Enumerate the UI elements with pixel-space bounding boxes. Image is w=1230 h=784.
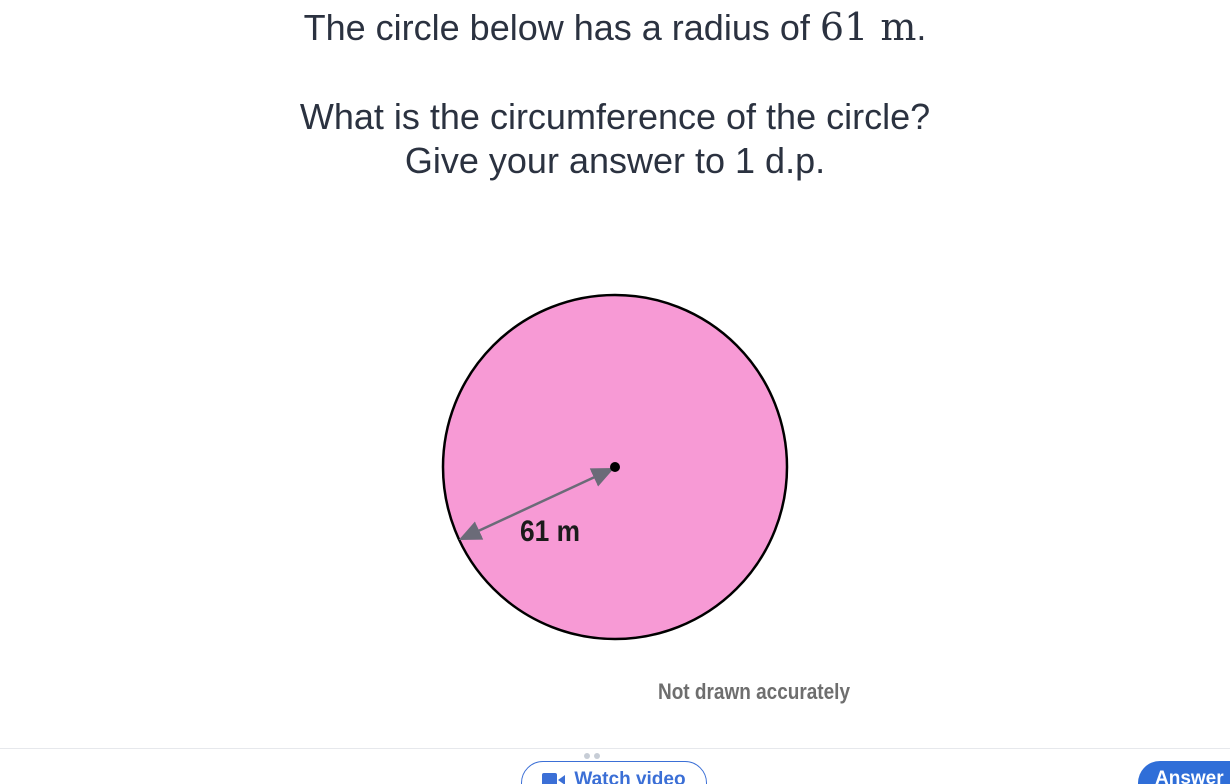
video-camera-icon: [542, 773, 566, 784]
center-point: [610, 462, 620, 472]
watch-video-label: Watch video: [574, 769, 686, 784]
circle-diagram: 61 m Not drawn accurately: [441, 293, 851, 704]
not-drawn-accurately-note: Not drawn accurately: [658, 679, 851, 704]
radius-label: 61 m: [520, 515, 580, 548]
scroll-indicator: [584, 749, 614, 759]
answer-button-label: Answer: [1155, 768, 1224, 784]
footer-bar: Watch video Answer: [0, 748, 1230, 784]
answer-button[interactable]: Answer: [1138, 761, 1230, 784]
watch-video-button[interactable]: Watch video: [521, 761, 707, 784]
